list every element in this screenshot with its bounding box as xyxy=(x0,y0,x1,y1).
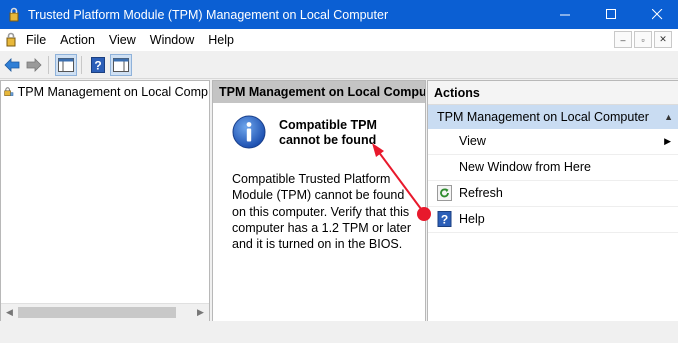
minimize-button[interactable] xyxy=(542,0,588,29)
result-pane: TPM Management on Local Compu... Compati… xyxy=(212,80,426,322)
horizontal-scrollbar[interactable]: ◀ ▶ xyxy=(1,303,209,321)
result-pane-header: TPM Management on Local Compu... xyxy=(213,81,425,103)
minimize-icon xyxy=(559,14,570,16)
action-view-label: View xyxy=(459,134,486,148)
message-title: Compatible TPM cannot be found xyxy=(279,118,377,147)
show-hide-action-pane-button[interactable] xyxy=(110,53,132,76)
mdi-controls: – ▫ ✕ xyxy=(614,31,672,48)
tree-item-label: TPM Management on Local Comp xyxy=(17,85,208,99)
menu-bar: File Action View Window Help – ▫ ✕ xyxy=(0,29,678,51)
status-bar xyxy=(0,321,678,343)
submenu-arrow-icon: ▶ xyxy=(664,136,671,146)
show-hide-console-tree-button[interactable] xyxy=(55,53,77,76)
action-refresh-label: Refresh xyxy=(459,186,503,200)
maximize-icon xyxy=(605,9,616,19)
close-button[interactable] xyxy=(634,0,678,29)
forward-arrow-icon xyxy=(26,57,42,72)
message-body: Compatible Trusted Platform Module (TPM)… xyxy=(232,172,412,252)
toolbar-separator xyxy=(48,55,49,74)
title-bar: Trusted Platform Module (TPM) Management… xyxy=(0,0,678,29)
maximize-button[interactable] xyxy=(588,0,634,29)
system-menu-icon[interactable] xyxy=(3,32,19,48)
scrollbar-thumb[interactable] xyxy=(18,307,176,318)
refresh-icon xyxy=(437,185,452,201)
menu-window[interactable]: Window xyxy=(143,33,201,47)
tpm-app-icon xyxy=(9,7,19,21)
window-title: Trusted Platform Module (TPM) Management… xyxy=(28,7,389,22)
tpm-node-icon xyxy=(4,87,14,96)
back-arrow-icon xyxy=(4,57,20,72)
action-help[interactable]: ? Help xyxy=(428,207,678,233)
actions-header: Actions xyxy=(428,81,678,105)
menu-help[interactable]: Help xyxy=(201,33,241,47)
help-button[interactable]: ? xyxy=(88,55,108,75)
mdi-restore-button[interactable]: ▫ xyxy=(634,31,652,48)
info-icon xyxy=(232,115,266,149)
collapse-triangle-icon[interactable]: ▲ xyxy=(664,105,673,129)
close-icon xyxy=(651,9,662,20)
action-new-window-label: New Window from Here xyxy=(459,160,591,174)
show-hide-console-tree-icon xyxy=(58,57,74,72)
console-tree-pane: TPM Management on Local Comp ◀ ▶ xyxy=(0,80,210,322)
actions-group-header[interactable]: TPM Management on Local Computer ▲ xyxy=(428,105,678,129)
help-icon: ? xyxy=(437,211,452,227)
help-icon: ? xyxy=(91,56,105,73)
toolbar-separator xyxy=(81,55,82,74)
action-new-window[interactable]: New Window from Here xyxy=(428,155,678,181)
show-hide-action-pane-icon xyxy=(113,57,129,72)
mdi-close-button[interactable]: ✕ xyxy=(654,31,672,48)
menu-view[interactable]: View xyxy=(102,33,143,47)
back-button[interactable] xyxy=(2,55,22,75)
scroll-left-icon[interactable]: ◀ xyxy=(1,304,18,321)
action-help-label: Help xyxy=(459,212,485,226)
mdi-minimize-button[interactable]: – xyxy=(614,31,632,48)
scroll-right-icon[interactable]: ▶ xyxy=(192,304,209,321)
svg-text:?: ? xyxy=(94,58,101,72)
forward-button[interactable] xyxy=(24,55,44,75)
action-refresh[interactable]: Refresh xyxy=(428,181,678,207)
svg-text:?: ? xyxy=(441,213,448,227)
menu-file[interactable]: File xyxy=(19,33,53,47)
actions-group-label: TPM Management on Local Computer xyxy=(437,110,649,124)
action-view[interactable]: View ▶ xyxy=(428,129,678,155)
menu-action[interactable]: Action xyxy=(53,33,102,47)
toolbar: ? xyxy=(0,51,678,79)
actions-pane: Actions TPM Management on Local Computer… xyxy=(427,80,678,322)
tree-item-tpm-management[interactable]: TPM Management on Local Comp xyxy=(4,84,208,100)
